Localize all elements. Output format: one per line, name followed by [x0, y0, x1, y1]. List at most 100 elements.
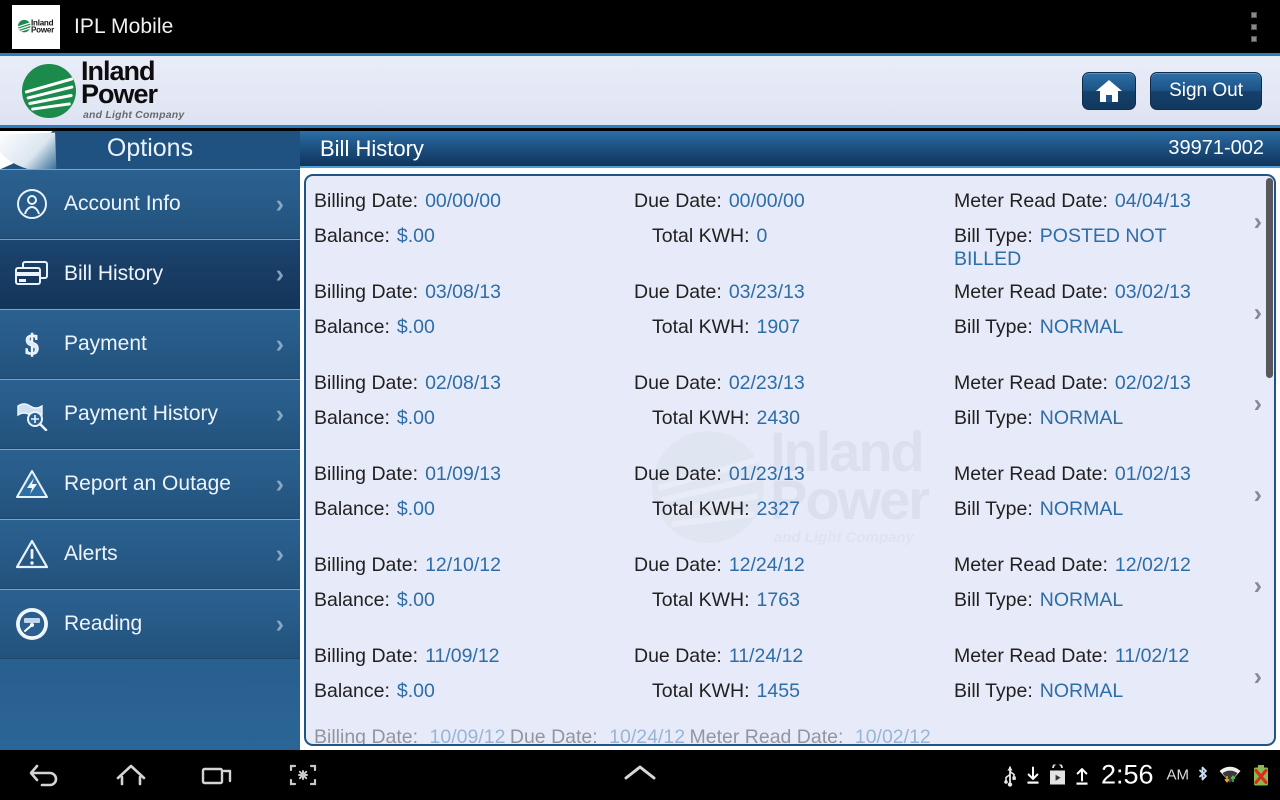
screen: Inland Power IPL Mobile Inland Power and…	[0, 0, 1280, 800]
play-store-icon	[1048, 764, 1067, 786]
sidebar-item-reading[interactable]: Reading ›	[0, 589, 300, 659]
android-navigation-bar: 2:56 AM	[0, 750, 1280, 800]
total-kwh-value: 1907	[756, 316, 800, 338]
chevron-right-icon: ›	[275, 469, 284, 498]
meter-read-date-value: 01/02/13	[1114, 463, 1191, 485]
sidebar-item-label: Payment	[64, 332, 147, 355]
table-row-partial[interactable]: Billing Date: 10/09/12 Due Date: 10/24/1…	[306, 722, 1274, 746]
meter-read-date-label: Meter Read Date:	[954, 554, 1108, 576]
meter-read-date-label: Meter Read Date:	[954, 645, 1108, 667]
chevron-right-icon: ›	[1253, 207, 1262, 235]
due-date-value: 03/23/13	[728, 281, 805, 303]
bill-type-label: Bill Type:	[954, 589, 1033, 611]
balance-value: $.00	[396, 589, 435, 611]
svg-text:$: $	[25, 330, 39, 361]
sidebar-title: Options	[106, 134, 194, 162]
warning-triangle-icon	[10, 532, 54, 576]
bill-type-value: NORMAL	[1039, 589, 1124, 611]
meter-read-date-value: 12/02/12	[1114, 554, 1191, 576]
bill-type-label: Bill Type:	[954, 498, 1033, 520]
balance-value: $.00	[396, 225, 435, 247]
chevron-right-icon: ›	[275, 539, 284, 568]
sidebar-item-payment-history[interactable]: Payment History ›	[0, 379, 300, 449]
total-kwh-label: Total KWH:	[652, 680, 750, 702]
app-title: IPL Mobile	[74, 14, 174, 38]
back-icon[interactable]	[24, 758, 66, 792]
chevron-right-icon: ›	[1253, 662, 1262, 690]
table-row[interactable]: Billing Date: 12/10/12 Due Date: 12/24/12 Me…	[306, 540, 1274, 631]
total-kwh-value: 2430	[756, 407, 800, 429]
inland-power-circle-icon	[22, 63, 76, 118]
sidebar-item-alerts[interactable]: Alerts ›	[0, 519, 300, 589]
due-date-label: Due Date:	[634, 645, 722, 667]
balance-value: $.00	[396, 498, 435, 520]
credit-cards-icon	[10, 252, 54, 296]
battery-error-icon	[1250, 763, 1272, 787]
lightning-bolt-triangle-icon	[10, 462, 54, 506]
recent-apps-icon[interactable]	[196, 758, 238, 792]
sidebar-item-report-an-outage[interactable]: Report an Outage ›	[0, 449, 300, 519]
vertical-scrollbar-thumb[interactable]	[1266, 178, 1273, 378]
balance-value: $.00	[396, 680, 435, 702]
options-sidebar: Options Account Info › Bill History › $ …	[0, 131, 300, 750]
overflow-menu-icon[interactable]	[1244, 10, 1264, 44]
sidebar-menu-list: Account Info › Bill History › $ Payment …	[0, 169, 300, 659]
billing-date-label: Billing Date:	[314, 281, 419, 303]
table-row[interactable]: Billing Date: 00/00/00 Due Date: 00/00/00 Me…	[306, 176, 1274, 270]
money-search-icon	[10, 392, 54, 436]
screenshot-icon[interactable]	[282, 758, 324, 792]
billing-date-label: Billing Date:	[314, 645, 419, 667]
meter-gauge-icon	[10, 602, 54, 646]
bill-type-value: NORMAL	[1039, 407, 1124, 429]
total-kwh-value: 2327	[756, 498, 800, 520]
meter-read-date-value: 11/02/12	[1114, 645, 1190, 667]
bluetooth-icon	[1196, 763, 1210, 787]
sidebar-item-label: Report an Outage	[64, 472, 231, 495]
table-row[interactable]: Billing Date: 02/08/13 Due Date: 02/23/13 Me…	[306, 358, 1274, 449]
chevron-right-icon: ›	[1253, 389, 1262, 417]
sidebar-item-label: Alerts	[64, 542, 118, 565]
due-date-value: 10/24/12	[609, 726, 686, 746]
total-kwh-label: Total KWH:	[652, 407, 750, 429]
content-title-bar: Bill History 39971-002	[300, 131, 1280, 168]
page-title: Bill History	[320, 135, 424, 161]
header-actions: Sign Out	[1082, 71, 1262, 110]
sidebar-item-payment[interactable]: $ Payment ›	[0, 309, 300, 379]
billing-date-label: Billing Date:	[314, 372, 419, 394]
due-date-value: 11/24/12	[728, 645, 804, 667]
status-bar[interactable]: 2:56 AM	[1002, 761, 1272, 789]
bill-type-label: Bill Type:	[954, 225, 1033, 247]
android-title-bar: Inland Power IPL Mobile	[0, 0, 1280, 56]
content-area: Bill History 39971-002 Inland Power and …	[300, 131, 1280, 750]
due-date-label: Due Date:	[634, 554, 722, 576]
billing-date-value: 02/08/13	[425, 372, 501, 394]
download-arrow-icon	[1025, 764, 1041, 786]
sidebar-item-label: Reading	[64, 612, 143, 635]
meter-read-date-label: Meter Read Date:	[954, 281, 1108, 303]
billing-date-value: 11/09/12	[425, 645, 500, 667]
billing-date-label: Billing Date:	[314, 190, 419, 212]
inland-power-mark-icon	[18, 20, 31, 33]
bill-history-list-panel: Inland Power and Light Company Billing D…	[304, 174, 1276, 746]
sidebar-item-bill-history[interactable]: Bill History ›	[0, 239, 300, 309]
sidebar-item-account-info[interactable]: Account Info ›	[0, 169, 300, 239]
meter-read-date-value: 02/02/13	[1114, 372, 1191, 394]
app-launcher-icon: Inland Power	[12, 4, 60, 49]
wifi-icon	[1217, 763, 1243, 787]
meter-read-date-value: 03/02/13	[1114, 281, 1191, 303]
table-row[interactable]: Billing Date: 11/09/12 Due Date: 11/24/12 Me…	[306, 631, 1274, 722]
sign-out-button[interactable]: Sign Out	[1150, 71, 1262, 110]
due-date-value: 00/00/00	[728, 190, 805, 212]
balance-label: Balance:	[314, 589, 390, 611]
upload-arrow-icon	[1074, 764, 1090, 786]
balance-value: $.00	[396, 316, 435, 338]
sidebar-item-label: Account Info	[64, 192, 181, 215]
due-date-label: Due Date:	[509, 726, 598, 746]
home-button[interactable]	[1082, 71, 1137, 110]
total-kwh-label: Total KWH:	[652, 589, 750, 611]
table-row[interactable]: Billing Date: 03/08/13 Due Date: 03/23/13 Me…	[306, 267, 1274, 358]
table-row[interactable]: Billing Date: 01/09/13 Due Date: 01/23/13 Me…	[306, 449, 1274, 540]
chevron-up-icon[interactable]	[618, 761, 662, 790]
total-kwh-label: Total KWH:	[652, 316, 750, 338]
home-icon[interactable]	[110, 758, 152, 792]
